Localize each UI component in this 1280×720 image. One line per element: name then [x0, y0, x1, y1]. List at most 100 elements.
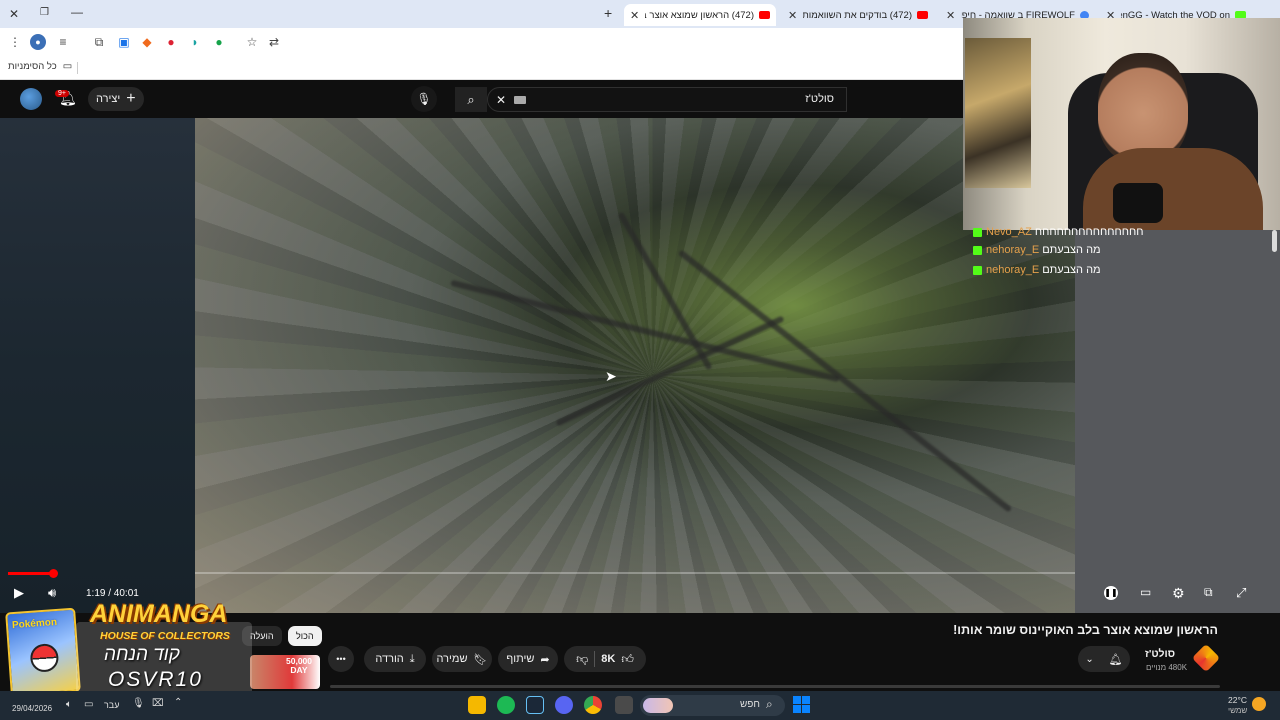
- menu-dots-icon[interactable]: ⋮: [7, 34, 23, 50]
- profile-icon[interactable]: ●: [30, 34, 46, 50]
- pause-badge-icon[interactable]: ❚❚: [1104, 586, 1118, 600]
- miniplayer-icon[interactable]: ⧉: [1204, 585, 1213, 600]
- video-progress-bar[interactable]: [195, 572, 1075, 574]
- close-tab-icon[interactable]: ✕: [946, 9, 955, 22]
- extension-red-icon[interactable]: ●: [163, 34, 179, 50]
- youtube-icon: [917, 11, 928, 19]
- scrubber-handle[interactable]: [49, 569, 58, 578]
- kick-badge-icon: [973, 265, 982, 275]
- plus-icon: +: [126, 90, 136, 107]
- mic-tray-icon[interactable]: 🎙︎: [132, 698, 145, 709]
- steam-icon[interactable]: [526, 696, 544, 714]
- save-button[interactable]: שמירה 🔖︎: [432, 646, 492, 672]
- weather-temp[interactable]: 22°C: [1228, 695, 1247, 705]
- channel-avatar[interactable]: [1191, 643, 1221, 673]
- close-tab-icon[interactable]: ✕: [788, 9, 797, 22]
- speaker-icon[interactable]: 🔈︎: [66, 699, 72, 710]
- kick-badge-icon: [973, 245, 982, 255]
- tab-youtube-active[interactable]: (472) הראשון שמוצא אוצר בלב ✕: [624, 4, 776, 26]
- thumbnail-badge: 50,000 DAY: [286, 656, 312, 675]
- subscriber-count: 480K מנויים: [1146, 663, 1188, 672]
- chat-text: מה הצבעתם: [1042, 244, 1101, 256]
- notification-badge: 9+: [55, 90, 69, 97]
- volume-icon[interactable]: 🔊︎: [48, 585, 56, 601]
- weather-sun-icon: [1252, 697, 1266, 711]
- extension-screen-icon[interactable]: ▣: [116, 34, 132, 50]
- mouse-cursor-icon: ➤: [605, 368, 617, 384]
- tab-youtube-2[interactable]: (472) בודקים את השוואמות הכ ✕: [782, 4, 934, 26]
- search-button[interactable]: ⌕: [455, 87, 487, 112]
- download-button[interactable]: הורדה ⤓: [364, 646, 426, 672]
- spotify-icon[interactable]: [497, 696, 515, 714]
- new-tab-button[interactable]: +: [604, 5, 612, 21]
- language-indicator[interactable]: עבר: [104, 700, 119, 710]
- promo-brand: ANIMANGA: [90, 600, 228, 628]
- more-actions-button[interactable]: •••: [328, 646, 354, 672]
- kick-badge-icon: [973, 227, 982, 237]
- like-dislike-group: 👎︎ 8K 👍︎: [564, 646, 646, 672]
- subtitles-icon[interactable]: ▭: [1140, 585, 1151, 599]
- tab-title: (472) הראשון שמוצא אוצר בלב: [645, 9, 754, 21]
- avatar[interactable]: [20, 88, 42, 110]
- tree-branch: [555, 315, 785, 427]
- play-icon[interactable]: ▶: [14, 585, 24, 601]
- taskbar-date: 29/04/2026: [12, 704, 53, 713]
- extensions-icon[interactable]: ⧉: [91, 34, 107, 50]
- settings-icon[interactable]: ⚙: [1172, 585, 1185, 602]
- chat-username[interactable]: nehoray_E: [986, 244, 1039, 256]
- taskbar-search[interactable]: חפש ⌕: [640, 695, 785, 716]
- channel-name[interactable]: סולט'ז: [1145, 648, 1175, 660]
- chat-message: Nevo_AZ חחחחחחחחחחחחחחח: [973, 226, 1143, 238]
- extension-orange-icon[interactable]: ◆: [139, 34, 155, 50]
- chat-scrollbar[interactable]: [1272, 230, 1277, 252]
- create-button[interactable]: יצירה +: [88, 87, 144, 111]
- media-controls-icon[interactable]: ≡: [55, 34, 71, 50]
- cast-icon[interactable]: ⇄: [266, 34, 282, 50]
- clear-search-icon[interactable]: ✕: [496, 93, 506, 107]
- streamer-webcam: [963, 18, 1280, 230]
- restore-window-icon[interactable]: ❐: [40, 7, 49, 18]
- chrome-icon[interactable]: [584, 696, 602, 714]
- like-icon[interactable]: 👍︎: [621, 652, 634, 667]
- bookmark-star-icon[interactable]: ☆: [244, 34, 260, 50]
- all-bookmarks-link[interactable]: כל הסימניות ▭: [8, 61, 72, 72]
- extension-teal-icon[interactable]: ◗: [187, 34, 203, 50]
- close-tab-icon[interactable]: ✕: [630, 9, 639, 22]
- file-explorer-icon[interactable]: [615, 696, 633, 714]
- discord-icon[interactable]: [555, 696, 573, 714]
- chip-all[interactable]: הכול: [288, 626, 322, 646]
- pokemon-card: Pokémon: [5, 607, 81, 697]
- share-label: שיתוף: [506, 653, 535, 665]
- search-icon: ⌕: [766, 697, 773, 711]
- create-label: יצירה: [96, 93, 121, 105]
- subscribe-bell-button[interactable]: ⌄ 🔔︎: [1078, 646, 1130, 672]
- close-window-icon[interactable]: ✕: [9, 7, 19, 21]
- extension-green-icon[interactable]: ●: [211, 34, 227, 50]
- app-icon-bee[interactable]: [468, 696, 486, 714]
- promo-tagline: HOUSE OF COLLECTORS: [100, 630, 230, 642]
- keyboard-icon[interactable]: [514, 96, 526, 104]
- played-progress: [8, 572, 52, 575]
- chat-username[interactable]: Nevo_AZ: [986, 226, 1032, 238]
- video-player[interactable]: ➤: [195, 118, 1075, 613]
- dislike-icon[interactable]: 👎︎: [576, 652, 588, 667]
- voice-search-button[interactable]: 🎙︎: [411, 86, 437, 112]
- share-button[interactable]: שיתוף ➦: [498, 646, 558, 672]
- more-icon: •••: [336, 654, 346, 664]
- tray-icon[interactable]: ⌧: [152, 698, 164, 709]
- minimize-window-icon[interactable]: —: [71, 5, 83, 19]
- chip-uploaded-label: הועלה: [250, 631, 274, 641]
- related-video-thumbnail[interactable]: 50,000 DAY: [250, 655, 320, 689]
- chat-username[interactable]: nehoray_E: [986, 264, 1039, 276]
- weather-label: שמשי: [1228, 706, 1248, 715]
- share-icon: ➦: [540, 653, 550, 666]
- windows-taskbar: 29/04/2026 🔈︎ ▭ עבר 🎙︎ ⌧ ⌃ חפש ⌕ 22°C שמ…: [0, 691, 1280, 720]
- search-input[interactable]: ✕ סולט'ז: [487, 87, 847, 112]
- streamer-body: [1083, 148, 1263, 230]
- chat-message: nehoray_E מה הצבעתם: [973, 264, 1101, 276]
- network-icon[interactable]: ▭: [84, 699, 93, 710]
- chevron-up-icon[interactable]: ⌃: [174, 697, 182, 708]
- windows-start-icon[interactable]: [793, 696, 810, 713]
- pokemon-logo: Pokémon: [11, 616, 58, 632]
- fullscreen-icon[interactable]: ⤢: [1236, 585, 1246, 601]
